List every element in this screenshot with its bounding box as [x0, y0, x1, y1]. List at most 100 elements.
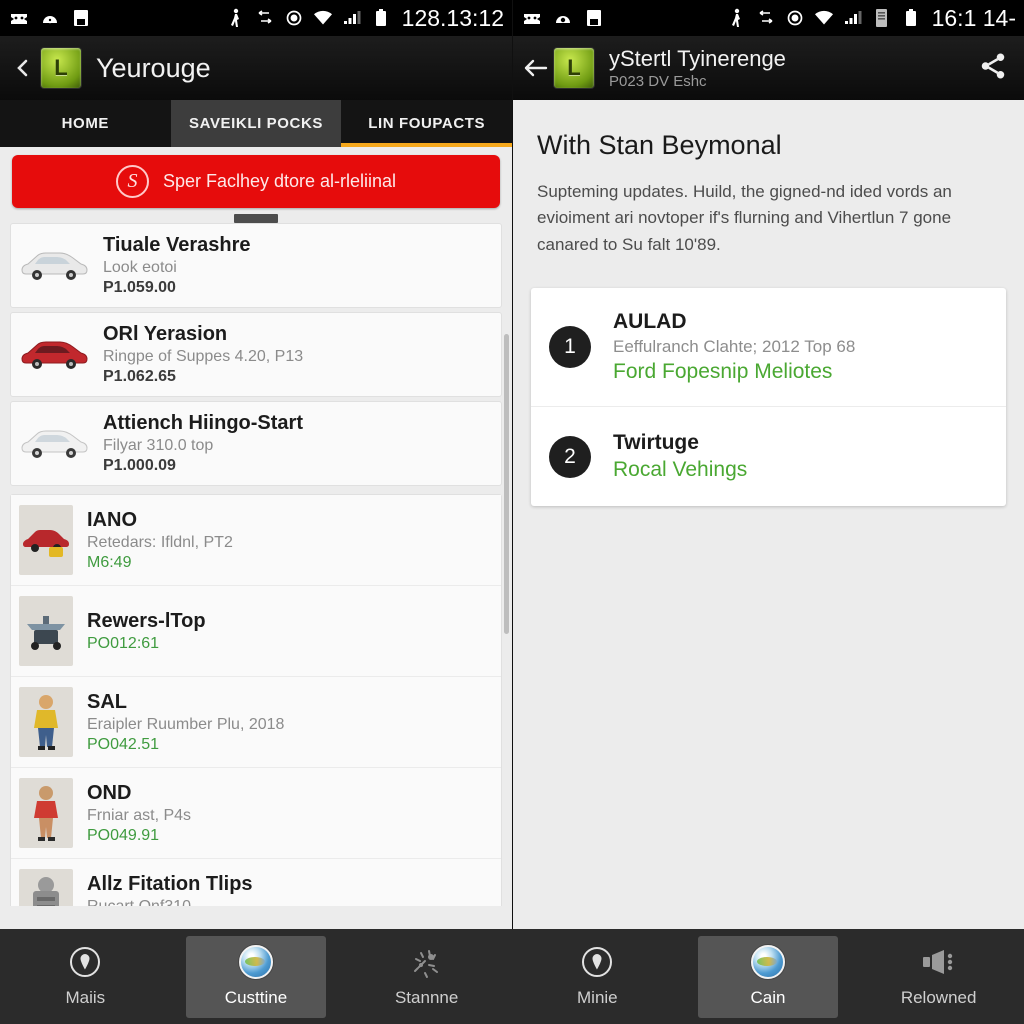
app-logo[interactable]: L [553, 47, 595, 89]
ranked-list-item[interactable]: 2 Twirtuge Rocal Vehings [531, 406, 1006, 506]
promo-banner[interactable]: S Sper Faclhey dtore al-rleliinal [12, 155, 500, 208]
product-list-area[interactable]: Tiuale Verashre Look eotoi P1.059.00 ORl… [0, 214, 512, 906]
nav-item-relowned[interactable]: Relowned [869, 936, 1009, 1018]
tab-home[interactable]: HOME [0, 100, 171, 147]
list-item[interactable]: OND Frniar ast, P4s PO049.91 [11, 768, 501, 859]
panes-container: 128.13:12 L Yeurouge HOME SAVEIKLI POCKS… [0, 0, 1024, 929]
sync-icon [755, 7, 777, 29]
back-arrow-icon[interactable] [523, 56, 549, 80]
status-bar-system-icons: 128.13:12 [225, 5, 504, 32]
list-item-price: P1.000.09 [103, 457, 176, 474]
list-item[interactable]: IANO Retedars: Ifldnl, PT2 M6:49 [11, 495, 501, 586]
app-logo-letter: L [54, 55, 68, 80]
share-icon[interactable] [978, 51, 1008, 86]
list-item[interactable]: Attiench Hiingo-Start Filyar 310.0 top P… [10, 401, 502, 486]
nav-item-custtine[interactable]: Custtine [185, 935, 326, 1018]
ranked-item-title: Twirtuge [613, 431, 699, 455]
fireworks-icon [409, 945, 445, 979]
tab-home-label: HOME [61, 115, 110, 132]
ranked-item-link[interactable]: Ford Fopesnip Meliotes [613, 360, 855, 384]
nav-item-label: Minie [577, 988, 618, 1007]
left-status-bar: 128.13:12 [0, 0, 512, 36]
right-app-bar: L yStertl Tyinerenge P023 DV Eshc [513, 36, 1024, 100]
list-item-body: SAL Eraipler Ruumber Plu, 2018 PO042.51 [87, 691, 284, 754]
list-item-body: Rewers-lTop PO012:61 [87, 610, 206, 653]
list-item-price: PO012:61 [87, 634, 160, 652]
nav-item-minie[interactable]: Minie [527, 936, 667, 1018]
right-pane: 16:1 14- L yStertl Tyinerenge P023 DV Es… [512, 0, 1024, 929]
list-item[interactable]: Tiuale Verashre Look eotoi P1.059.00 [10, 223, 502, 308]
nav-item-label: Custtine [224, 988, 288, 1007]
left-status-clock: 128.13:12 [401, 4, 504, 31]
tab-saveikli-pocks-label: SAVEIKLI POCKS [189, 115, 323, 132]
list-item[interactable]: SAL Eraipler Ruumber Plu, 2018 PO042.51 [11, 677, 501, 768]
sim-card-icon [70, 7, 92, 29]
left-pane: 128.13:12 L Yeurouge HOME SAVEIKLI POCKS… [0, 0, 512, 929]
drag-handle[interactable] [234, 214, 278, 223]
list-item-body: OND Frniar ast, P4s PO049.91 [87, 782, 191, 845]
tab-saveikli-pocks[interactable]: SAVEIKLI POCKS [170, 100, 342, 147]
sync-icon [254, 7, 276, 29]
list-item-body: IANO Retedars: Ifldnl, PT2 M6:49 [87, 509, 233, 572]
ranked-item-body: AULAD Eeffulranch Clahte; 2012 Top 68 Fo… [613, 310, 855, 384]
list-item-title: Rewers-lTop [87, 609, 206, 632]
right-status-clock: 16:1 14- [931, 4, 1016, 31]
list-item-title: Tiuale Verashre [103, 234, 251, 256]
ranked-list-card: 1 AULAD Eeffulranch Clahte; 2012 Top 68 … [531, 288, 1006, 507]
wifi-icon [312, 7, 334, 29]
left-app-title: Yeurouge [96, 52, 211, 83]
list-item[interactable]: Allz Fitation Tlips Rucart Onf310 PP000.… [11, 859, 501, 906]
app-notification-icon [8, 7, 30, 29]
tab-lin-foupacts[interactable]: LIN FOUPACTS [341, 100, 512, 147]
promo-badge-icon: S [115, 165, 149, 198]
list-item-subtitle: Look eotoi [103, 259, 177, 276]
top-cards-container: Tiuale Verashre Look eotoi P1.059.00 ORl… [0, 214, 512, 486]
ranked-item-link[interactable]: Rocal Vehings [613, 458, 747, 482]
list-item-subtitle: Filyar 310.0 top [103, 437, 214, 454]
red-car-toy-thumb [19, 505, 73, 575]
download-icon [39, 7, 61, 29]
nav-item-stannne[interactable]: Stannne [357, 936, 497, 1018]
phone-screenshot-comparison: 128.13:12 L Yeurouge HOME SAVEIKLI POCKS… [0, 0, 1024, 1024]
back-chevron-icon[interactable] [10, 56, 36, 80]
list-item-subtitle: Rucart Onf310 [87, 897, 192, 907]
list-item[interactable]: ORl Yerasion Ringpe of Suppes 4.20, P13 … [10, 312, 502, 397]
list-item-body: ORl Yerasion Ringpe of Suppes 4.20, P13 … [103, 323, 303, 386]
status-bar-notification-icons [8, 7, 92, 29]
battery-icon [900, 7, 922, 29]
rank-badge: 1 [549, 326, 591, 369]
list-item-subtitle: Ringpe of Suppes 4.20, P13 [103, 348, 304, 365]
list-item[interactable]: Rewers-lTop PO012:61 [11, 586, 501, 677]
nav-item-label: Relowned [900, 988, 977, 1007]
ranked-list-item[interactable]: 1 AULAD Eeffulranch Clahte; 2012 Top 68 … [531, 288, 1006, 406]
nav-item-cain[interactable]: Cain [697, 935, 838, 1018]
gps-icon [283, 7, 305, 29]
promo-banner-text: Sper Faclhey dtore al-rleliinal [162, 171, 397, 191]
location-pin-icon [68, 945, 102, 979]
list-item-subtitle: Eraipler Ruumber Plu, 2018 [87, 715, 285, 733]
globe-icon [750, 945, 785, 979]
location-pin-icon [580, 945, 614, 979]
detail-heading: With Stan Beymonal [537, 130, 782, 160]
ranked-item-body: Twirtuge Rocal Vehings [613, 431, 747, 482]
gps-icon [784, 7, 806, 29]
list-item-title: IANO [87, 508, 137, 531]
list-item-title: OND [87, 781, 132, 804]
nav-item-maiis[interactable]: Maiis [15, 936, 155, 1018]
promo-badge-letter: S [127, 170, 138, 192]
app-logo[interactable]: L [40, 47, 82, 89]
list-item-title: Allz Fitation Tlips [87, 872, 253, 895]
ranked-item-subtitle: Eeffulranch Clahte; 2012 Top 68 [613, 337, 856, 357]
bottom-navigation-bar: Maiis Custtine Stannne Minie Cain Relown… [0, 929, 1024, 1024]
status-bar-system-icons: 16:1 14- [726, 5, 1016, 32]
sd-card-icon [871, 7, 893, 29]
bottom-nav-right-half: Minie Cain Relowned [512, 929, 1024, 1024]
signal-icon [341, 7, 363, 29]
list-scrollbar[interactable] [504, 334, 509, 634]
list-item-body: Allz Fitation Tlips Rucart Onf310 PP000.… [87, 873, 253, 907]
app-notification-icon [521, 7, 543, 29]
right-app-subtitle: P023 DV Eshc [609, 73, 707, 90]
list-item-price: P1.062.65 [103, 368, 176, 385]
red-sedan-thumb [19, 327, 89, 383]
grouped-list-container: IANO Retedars: Ifldnl, PT2 M6:49 Rewers-… [10, 494, 502, 906]
